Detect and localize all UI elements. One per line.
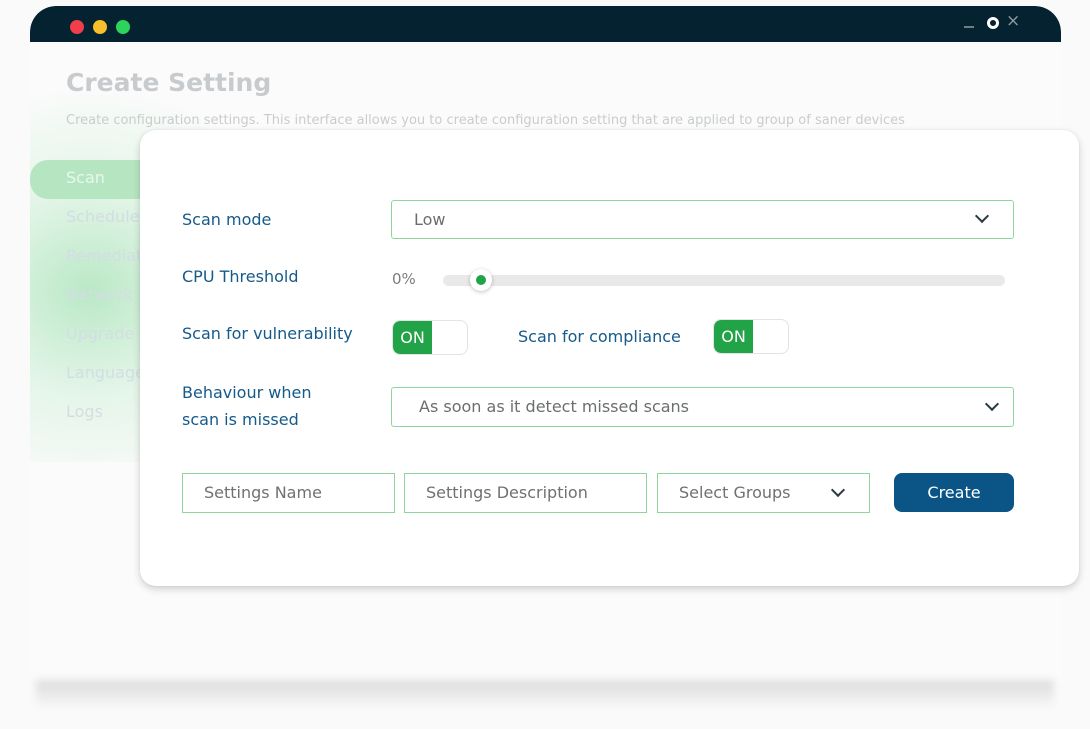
window-shadow [36, 680, 1054, 710]
create-setting-card: Scan mode Low CPU Threshold 0% Scan for … [140, 130, 1079, 586]
close-icon[interactable]: × [1006, 12, 1020, 30]
minimize-dot-icon[interactable] [93, 20, 107, 34]
scan-mode-value: Low [414, 210, 446, 229]
settings-description-input[interactable]: Settings Description [404, 473, 647, 513]
page-title: Create Setting [66, 68, 272, 97]
cpu-threshold-slider[interactable] [443, 269, 1005, 291]
select-groups-dropdown[interactable]: Select Groups [657, 473, 870, 513]
missed-behaviour-label-line2: scan is missed [182, 410, 299, 429]
close-dot-icon[interactable] [70, 20, 84, 34]
chevron-down-icon [830, 482, 846, 498]
chevron-down-icon [984, 396, 1000, 412]
create-button[interactable]: Create [894, 473, 1014, 512]
toggle-on-label: ON [714, 320, 753, 353]
scan-vulnerability-toggle[interactable]: ON [392, 320, 468, 355]
title-bar: × [30, 6, 1061, 42]
toggle-on-label: ON [393, 321, 432, 354]
scan-mode-select[interactable]: Low [391, 200, 1014, 239]
page-subtitle: Create configuration settings. This inte… [66, 113, 905, 128]
slider-thumb[interactable] [469, 269, 492, 291]
missed-behaviour-value: As soon as it detect missed scans [419, 397, 690, 416]
scan-compliance-label: Scan for compliance [518, 327, 681, 346]
maximize-icon[interactable] [987, 17, 999, 29]
scan-compliance-toggle[interactable]: ON [713, 319, 789, 354]
missed-behaviour-label-line1: Behaviour when [182, 383, 312, 402]
chevron-down-icon [974, 208, 990, 224]
scan-mode-label: Scan mode [182, 210, 272, 229]
zoom-dot-icon[interactable] [116, 20, 130, 34]
minimize-icon[interactable] [964, 26, 974, 28]
missed-behaviour-select[interactable]: As soon as it detect missed scans [391, 387, 1014, 427]
scan-vulnerability-label: Scan for vulnerability [182, 324, 353, 343]
cpu-threshold-value: 0% [392, 270, 416, 288]
select-groups-placeholder: Select Groups [679, 483, 791, 502]
cpu-threshold-label: CPU Threshold [182, 267, 299, 286]
settings-name-input[interactable]: Settings Name [182, 473, 395, 513]
